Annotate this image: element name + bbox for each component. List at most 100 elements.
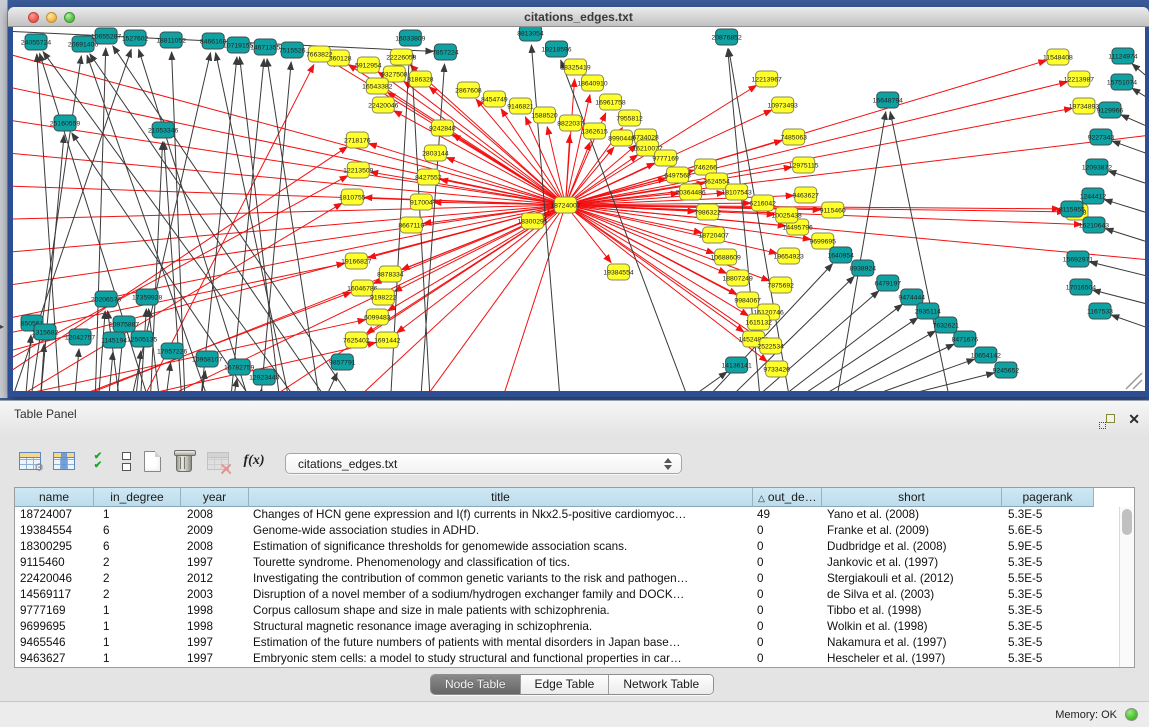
graph-node[interactable]: 1691442: [374, 332, 401, 348]
graph-node[interactable]: 8427552: [415, 169, 442, 185]
graph-node[interactable]: 16961758: [595, 94, 625, 110]
graph-node[interactable]: 7515526: [279, 42, 306, 58]
column-header-in-degree[interactable]: in_degree: [94, 488, 181, 507]
graph-node[interactable]: 9146821: [507, 98, 534, 114]
graph-node[interactable]: 10654142: [971, 347, 1001, 363]
graph-node[interactable]: 5912954: [355, 57, 382, 73]
select-columns-button[interactable]: ✔✔: [84, 447, 112, 475]
window-titlebar[interactable]: citations_edges.txt: [8, 7, 1149, 27]
graph-node[interactable]: 17359928: [132, 289, 162, 305]
graph-node[interactable]: 16648794: [873, 92, 903, 108]
graph-node[interactable]: 9463627: [792, 187, 819, 203]
graph-node[interactable]: 12505135: [127, 331, 157, 347]
graph-node[interactable]: 20206576: [91, 291, 121, 307]
graph-node[interactable]: 12923448: [249, 369, 279, 385]
table-row[interactable]: 2242004622012Investigating the contribut…: [15, 571, 1119, 587]
graph-node[interactable]: 6099483: [364, 309, 391, 325]
graph-node[interactable]: 6497568: [664, 167, 691, 183]
graph-node[interactable]: 8454749: [481, 91, 508, 107]
column-header-name[interactable]: name: [15, 488, 94, 507]
graph-node[interactable]: 15751074: [1107, 74, 1137, 90]
graph-node[interactable]: 1167533: [1087, 303, 1113, 319]
table-row[interactable]: 1830029562008Estimation of significance …: [15, 539, 1119, 555]
graph-node[interactable]: 8667110: [398, 217, 424, 233]
graph-node[interactable]: 7485063: [780, 129, 807, 145]
graph-node[interactable]: 18720407: [698, 227, 728, 243]
graph-node[interactable]: 8990448: [608, 130, 635, 146]
graph-node[interactable]: 12975115: [789, 157, 819, 173]
table-select-combobox[interactable]: citations_edges.txt: [285, 453, 682, 474]
graph-node[interactable]: 9198222: [370, 289, 397, 305]
network-canvas[interactable]: 1872400718300295222260589327508818632828…: [13, 27, 1145, 391]
graph-node[interactable]: 7955812: [616, 110, 643, 126]
column-header-short[interactable]: short: [822, 488, 1002, 507]
graph-node[interactable]: 8938924: [850, 260, 877, 276]
graph-node[interactable]: 21053346: [148, 122, 178, 138]
graph-node[interactable]: 18640910: [577, 75, 607, 91]
graph-node[interactable]: 12213987: [1064, 71, 1094, 87]
graph-node[interactable]: 7857224: [432, 44, 459, 60]
table-row[interactable]: 946554611997Estimation of the future num…: [15, 635, 1119, 651]
graph-node[interactable]: 9115460: [820, 202, 846, 218]
panel-collapse-arrow-icon[interactable]: ▸: [0, 322, 4, 331]
column-header-pagerank[interactable]: pagerank: [1002, 488, 1094, 507]
graph-node[interactable]: 1615132: [745, 314, 772, 330]
graph-node[interactable]: 12213967: [752, 71, 782, 87]
show-columns-button[interactable]: [50, 447, 78, 475]
graph-node[interactable]: 17957226: [157, 343, 187, 359]
graph-node[interactable]: 8115955: [1059, 201, 1085, 217]
graph-node[interactable]: 18300295: [517, 213, 547, 229]
graph-node[interactable]: 8822037: [557, 115, 584, 131]
graph-node[interactable]: 10655287: [91, 28, 121, 44]
graph-node[interactable]: 7875692: [767, 277, 794, 293]
graph-node[interactable]: 18325419: [560, 59, 590, 75]
graph-node[interactable]: 9242848: [429, 120, 456, 136]
graph-node[interactable]: 9777169: [652, 150, 679, 166]
graph-node[interactable]: 8813054: [517, 27, 544, 41]
graph-node[interactable]: 7625402: [343, 332, 370, 348]
create-column-button[interactable]: [138, 447, 166, 475]
graph-node[interactable]: 9699695: [809, 233, 836, 249]
graph-node[interactable]: 10688609: [710, 249, 740, 265]
graph-node[interactable]: 2867608: [455, 82, 482, 98]
graph-node[interactable]: 14671355: [250, 39, 280, 55]
graph-node[interactable]: 9245652: [993, 362, 1020, 378]
table-vertical-scrollbar[interactable]: [1119, 507, 1134, 667]
graph-node[interactable]: 9227343: [1088, 129, 1115, 145]
graph-node[interactable]: 17016504: [1066, 279, 1096, 295]
graph-node[interactable]: 9857791: [329, 354, 356, 370]
table-row[interactable]: 969969511998Structural magnetic resonanc…: [15, 619, 1119, 635]
graph-node[interactable]: 1588520: [531, 107, 558, 123]
graph-node[interactable]: 8471676: [952, 331, 979, 347]
graph-node[interactable]: 12093872: [1082, 159, 1112, 175]
graph-node[interactable]: 20876852: [711, 29, 741, 45]
tab-edge-table[interactable]: Edge Table: [521, 675, 610, 694]
delete-column-button[interactable]: [170, 447, 198, 475]
graph-node[interactable]: 22420046: [368, 97, 398, 113]
graph-node[interactable]: 18107543: [722, 184, 752, 200]
graph-node[interactable]: 16782759: [224, 359, 254, 375]
graph-node[interactable]: 16543382: [362, 78, 392, 94]
graph-node[interactable]: 2522534: [757, 338, 784, 354]
graph-node[interactable]: 9129966: [1097, 102, 1124, 118]
graph-node[interactable]: 12042757: [65, 329, 95, 345]
graph-node[interactable]: 7986322: [694, 204, 721, 220]
graph-node[interactable]: 2935114: [915, 303, 941, 319]
graph-node[interactable]: 19384554: [603, 264, 633, 280]
column-header-out-degree[interactable]: △out_de…: [753, 488, 822, 507]
graph-node[interactable]: 10958107: [192, 351, 222, 367]
graph-node[interactable]: 6216042: [749, 195, 776, 211]
table-row[interactable]: 946362711997Embryonic stem cells: a mode…: [15, 651, 1119, 667]
graph-node[interactable]: 24055724: [21, 34, 51, 50]
function-builder-button[interactable]: f(x): [240, 447, 268, 475]
graph-node[interactable]: 19734893: [1069, 98, 1099, 114]
graph-node[interactable]: 12213509: [343, 162, 373, 178]
graph-node[interactable]: 7663822: [306, 46, 333, 62]
graph-node[interactable]: 18807249: [723, 270, 753, 286]
graph-node[interactable]: 10025438: [772, 207, 802, 223]
row-height-button[interactable]: [112, 447, 140, 475]
column-header-title[interactable]: title: [249, 488, 753, 507]
graph-node[interactable]: 11548408: [1043, 49, 1073, 65]
graph-node[interactable]: 10975887: [109, 316, 139, 332]
close-panel-icon[interactable]: ✕: [1128, 412, 1140, 426]
